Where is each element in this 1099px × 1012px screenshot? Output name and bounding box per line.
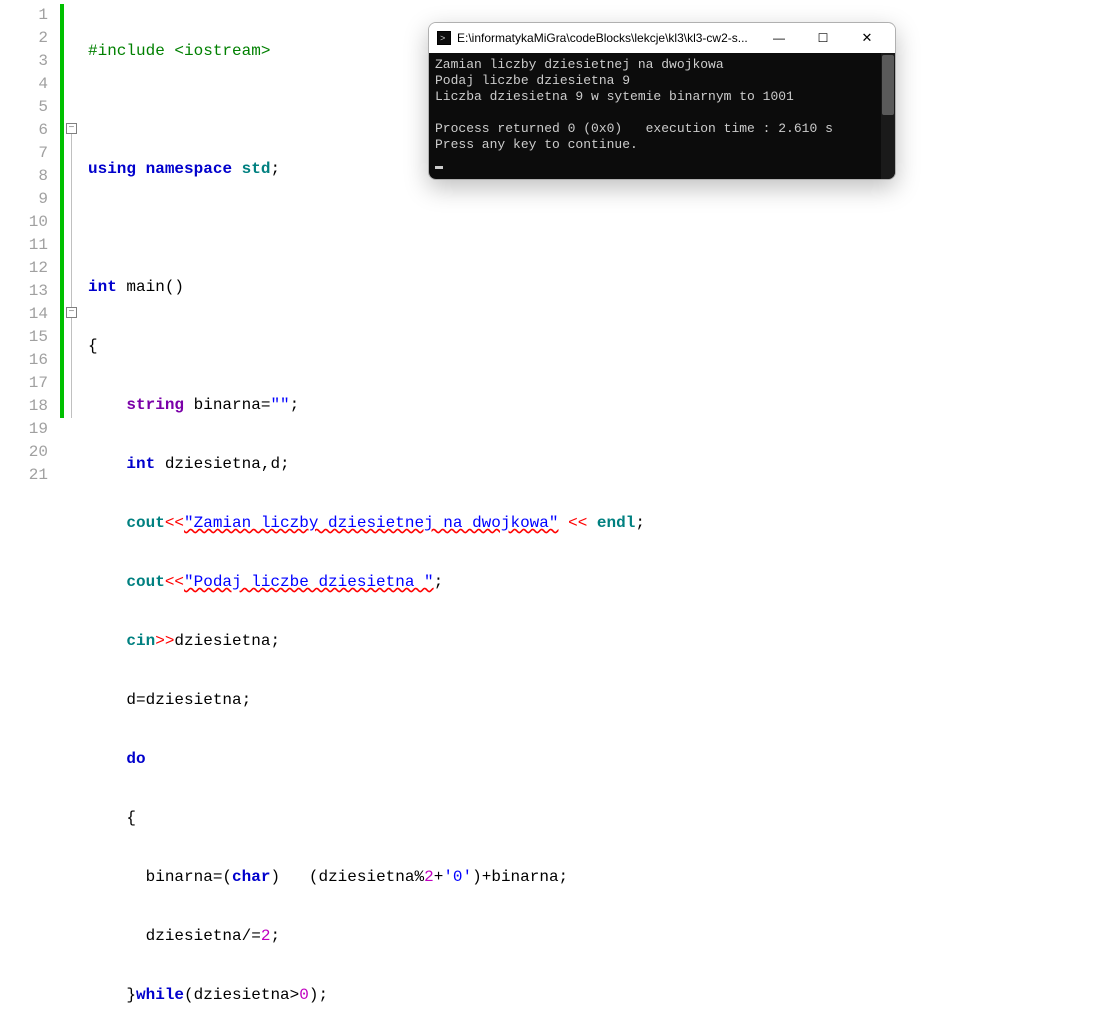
code-line: cout<<"Zamian liczby dziesietnej na dwoj… xyxy=(88,512,1099,535)
maximize-button[interactable]: ☐ xyxy=(801,23,845,53)
cursor-icon xyxy=(435,166,443,169)
line-number: 6 xyxy=(0,119,48,142)
code-line: int dziesietna,d; xyxy=(88,453,1099,476)
line-number: 16 xyxy=(0,349,48,372)
line-number: 7 xyxy=(0,142,48,165)
console-output[interactable]: Zamian liczby dziesietnej na dwojkowa Po… xyxy=(429,53,895,179)
line-number: 14 xyxy=(0,303,48,326)
minimize-button[interactable]: — xyxy=(757,23,801,53)
console-line: Podaj liczbe dziesietna 9 xyxy=(435,73,889,89)
line-number: 4 xyxy=(0,73,48,96)
line-number: 12 xyxy=(0,257,48,280)
line-number: 13 xyxy=(0,280,48,303)
line-number: 21 xyxy=(0,464,48,487)
line-number: 11 xyxy=(0,234,48,257)
close-button[interactable]: ✕ xyxy=(845,23,889,53)
console-window[interactable]: > E:\informatykaMiGra\codeBlocks\lekcje\… xyxy=(428,22,896,180)
code-line: do xyxy=(88,748,1099,771)
line-number: 20 xyxy=(0,441,48,464)
code-line: int main() xyxy=(88,276,1099,299)
console-line xyxy=(435,105,889,121)
code-line: binarna=(char) (dziesietna%2+'0')+binarn… xyxy=(88,866,1099,889)
line-number: 17 xyxy=(0,372,48,395)
line-number: 3 xyxy=(0,50,48,73)
code-line: { xyxy=(88,335,1099,358)
line-number: 2 xyxy=(0,27,48,50)
fold-guide-line xyxy=(71,130,72,418)
console-titlebar[interactable]: > E:\informatykaMiGra\codeBlocks\lekcje\… xyxy=(429,23,895,53)
fold-toggle[interactable]: − xyxy=(66,123,77,134)
code-line: d=dziesietna; xyxy=(88,689,1099,712)
console-cursor-line xyxy=(435,153,889,169)
svg-text:>: > xyxy=(440,34,445,44)
console-icon: > xyxy=(437,31,451,45)
fold-toggle[interactable]: − xyxy=(66,307,77,318)
line-number: 5 xyxy=(0,96,48,119)
line-number: 15 xyxy=(0,326,48,349)
line-number: 10 xyxy=(0,211,48,234)
code-line: cin>>dziesietna; xyxy=(88,630,1099,653)
line-number: 19 xyxy=(0,418,48,441)
console-line: Press any key to continue. xyxy=(435,137,889,153)
line-number: 18 xyxy=(0,395,48,418)
code-line: cout<<"Podaj liczbe dziesietna "; xyxy=(88,571,1099,594)
line-number: 8 xyxy=(0,165,48,188)
code-line: }while(dziesietna>0); xyxy=(88,984,1099,1007)
code-line xyxy=(88,217,1099,240)
fold-column: − − xyxy=(64,0,80,506)
console-line: Process returned 0 (0x0) execution time … xyxy=(435,121,889,137)
console-line: Zamian liczby dziesietnej na dwojkowa xyxy=(435,57,889,73)
code-line: string binarna=""; xyxy=(88,394,1099,417)
console-scroll-thumb[interactable] xyxy=(882,55,894,115)
console-line: Liczba dziesietna 9 w sytemie binarnym t… xyxy=(435,89,889,105)
line-number: 9 xyxy=(0,188,48,211)
console-title: E:\informatykaMiGra\codeBlocks\lekcje\kl… xyxy=(457,31,757,45)
code-line: dziesietna/=2; xyxy=(88,925,1099,948)
console-scrollbar[interactable] xyxy=(881,53,895,179)
line-number: 1 xyxy=(0,4,48,27)
code-line: { xyxy=(88,807,1099,830)
line-number-gutter: 1 2 3 4 5 6 7 8 9 10 11 12 13 14 15 16 1… xyxy=(0,0,60,506)
